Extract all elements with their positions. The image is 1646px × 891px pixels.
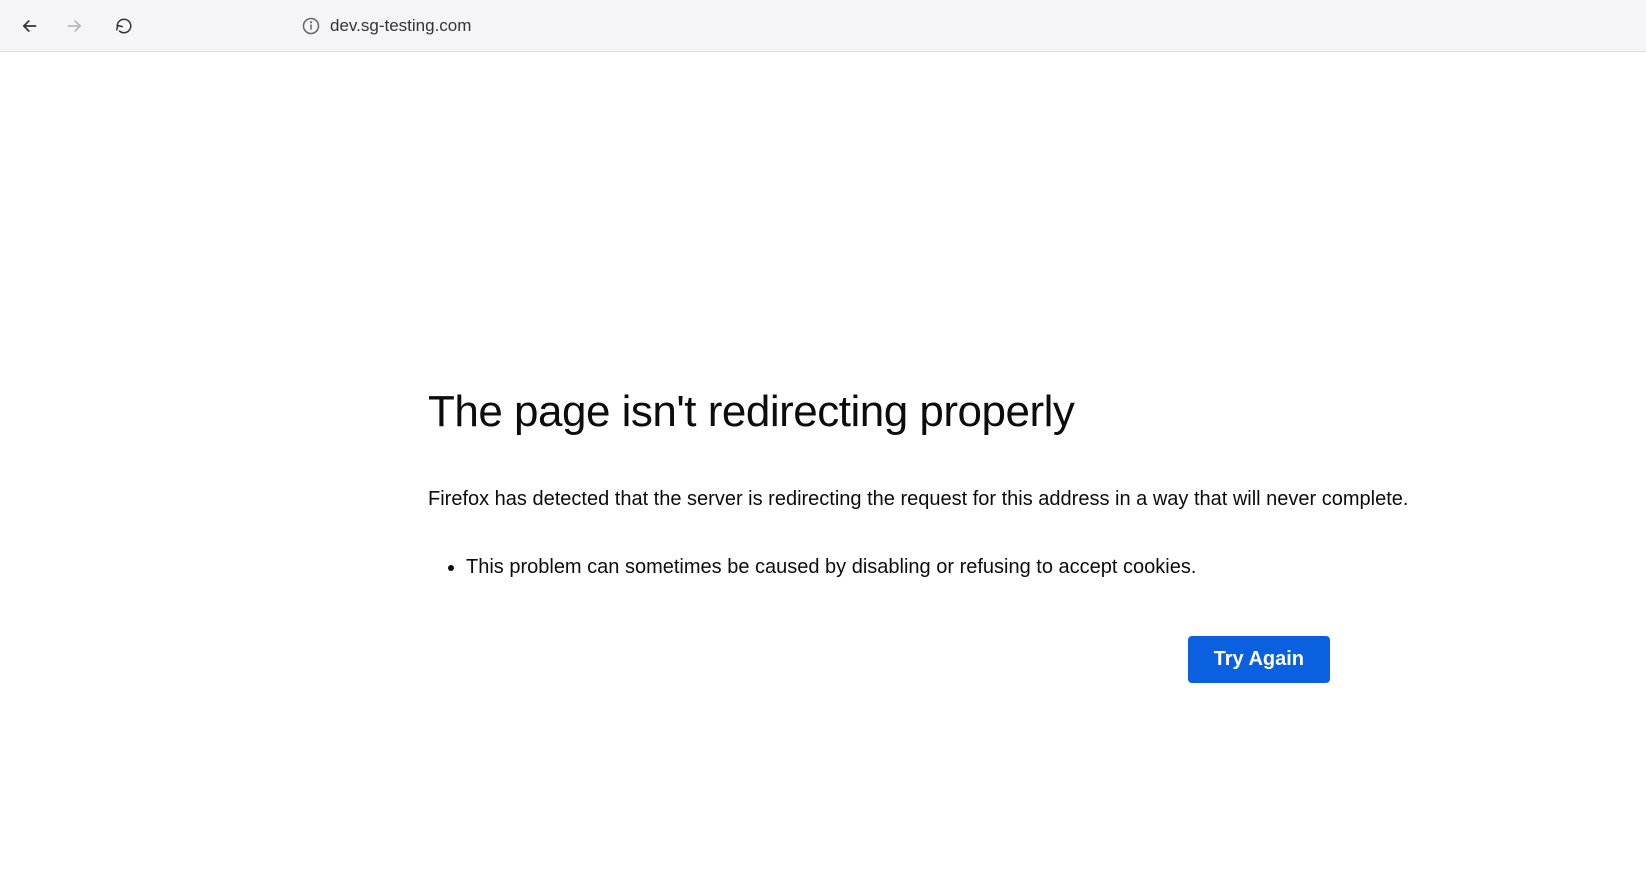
address-bar[interactable]: dev.sg-testing.com — [302, 10, 471, 42]
url-text[interactable]: dev.sg-testing.com — [330, 16, 471, 36]
back-button[interactable] — [18, 16, 38, 36]
address-bar-container: dev.sg-testing.com — [302, 10, 1628, 42]
forward-button[interactable] — [66, 16, 86, 36]
error-content: The page isn't redirecting properly Fire… — [0, 52, 1646, 683]
button-row: Try Again — [428, 636, 1586, 683]
try-again-button[interactable]: Try Again — [1188, 636, 1330, 683]
browser-toolbar: dev.sg-testing.com — [0, 0, 1646, 52]
error-description: Firefox has detected that the server is … — [428, 485, 1586, 513]
error-cause-item: This problem can sometimes be caused by … — [466, 553, 1586, 581]
reload-button[interactable] — [114, 16, 134, 36]
error-causes-list: This problem can sometimes be caused by … — [428, 553, 1586, 581]
site-info-icon[interactable] — [302, 17, 320, 35]
nav-buttons — [18, 16, 134, 36]
error-title: The page isn't redirecting properly — [428, 387, 1586, 437]
